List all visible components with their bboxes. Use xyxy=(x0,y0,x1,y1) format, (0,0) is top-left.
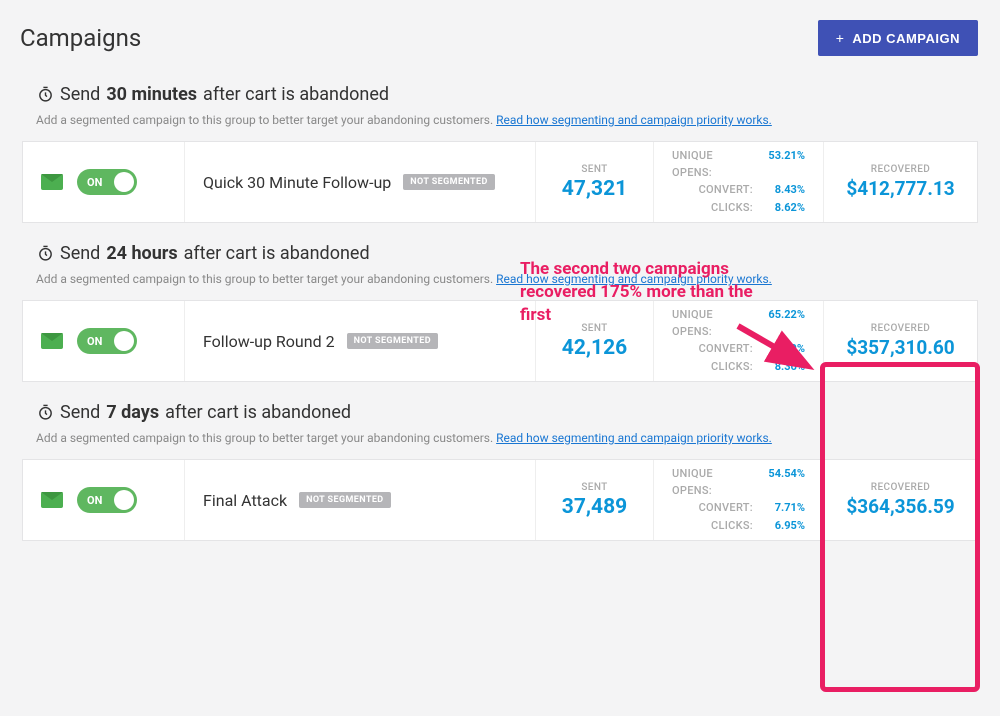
recovered-value: $412,777.13 xyxy=(846,177,954,200)
send-prefix: Send xyxy=(60,243,100,264)
campaign-name: Follow-up Round 2 xyxy=(203,332,335,351)
campaign-card: ON Follow-up Round 2 NOT SEGMENTED SENT … xyxy=(22,300,978,382)
unique-opens-label: UNIQUE OPENS: xyxy=(672,466,753,499)
hint-text: Add a segmented campaign to this group t… xyxy=(36,431,496,445)
convert-value: 8.43% xyxy=(761,182,805,199)
metrics-column: UNIQUE OPENS:65.22% CONVERT: 6.69% CLICKS… xyxy=(653,301,823,381)
unique-opens-label: UNIQUE OPENS: xyxy=(672,148,753,181)
unique-opens-value: 53.21% xyxy=(761,148,805,181)
card-controls: ON xyxy=(23,142,185,222)
recovered-label: RECOVERED xyxy=(871,164,930,175)
metrics-column: UNIQUE OPENS:54.54% CONVERT: 7.71% CLICKS… xyxy=(653,460,823,540)
campaign-toggle[interactable]: ON xyxy=(77,169,137,195)
card-controls: ON xyxy=(23,460,185,540)
sent-column: SENT 37,489 xyxy=(535,460,653,540)
campaign-group: Send 7 days after cart is abandoned Add … xyxy=(0,382,1000,541)
timer-icon xyxy=(36,86,54,104)
toggle-knob xyxy=(114,331,134,351)
group-timing-header: Send 7 days after cart is abandoned xyxy=(36,402,978,423)
toggle-label: ON xyxy=(87,494,102,507)
toggle-label: ON xyxy=(87,335,102,348)
send-prefix: Send xyxy=(60,84,100,105)
send-suffix: after cart is abandoned xyxy=(184,243,370,264)
sent-value: 42,126 xyxy=(562,336,627,360)
clicks-label: CLICKS: xyxy=(711,518,753,535)
clicks-label: CLICKS: xyxy=(711,359,753,376)
group-hint: Add a segmented campaign to this group t… xyxy=(36,272,978,286)
timer-icon xyxy=(36,404,54,422)
timing-value: 7 days xyxy=(106,402,159,423)
convert-label: CONVERT: xyxy=(699,341,753,358)
group-hint: Add a segmented campaign to this group t… xyxy=(36,113,978,127)
sent-value: 37,489 xyxy=(562,495,627,519)
recovered-label: RECOVERED xyxy=(871,323,930,334)
mail-icon xyxy=(41,333,63,349)
group-hint: Add a segmented campaign to this group t… xyxy=(36,431,978,445)
sent-column: SENT 42,126 xyxy=(535,301,653,381)
card-controls: ON xyxy=(23,301,185,381)
sent-value: 47,321 xyxy=(562,177,627,201)
convert-value: 6.69% xyxy=(761,341,805,358)
unique-opens-value: 65.22% xyxy=(761,307,805,340)
campaign-card: ON Quick 30 Minute Follow-up NOT SEGMENT… xyxy=(22,141,978,223)
recovered-value: $357,310.60 xyxy=(846,336,954,359)
add-campaign-button[interactable]: + ADD CAMPAIGN xyxy=(818,20,978,56)
send-suffix: after cart is abandoned xyxy=(203,84,389,105)
mail-icon xyxy=(41,174,63,190)
not-segmented-badge: NOT SEGMENTED xyxy=(299,492,390,508)
hint-text: Add a segmented campaign to this group t… xyxy=(36,113,496,127)
clicks-value: 8.36% xyxy=(761,359,805,376)
campaign-name-cell[interactable]: Quick 30 Minute Follow-up NOT SEGMENTED xyxy=(185,142,535,222)
plus-icon: + xyxy=(836,30,845,46)
recovered-column: RECOVERED $412,777.13 xyxy=(823,142,977,222)
not-segmented-badge: NOT SEGMENTED xyxy=(347,333,438,349)
hint-link[interactable]: Read how segmenting and campaign priorit… xyxy=(496,431,772,445)
toggle-knob xyxy=(114,490,134,510)
clicks-value: 8.62% xyxy=(761,200,805,217)
clicks-value: 6.95% xyxy=(761,518,805,535)
campaign-group: Send 24 hours after cart is abandoned Ad… xyxy=(0,223,1000,382)
recovered-column: RECOVERED $357,310.60 xyxy=(823,301,977,381)
campaign-name-cell[interactable]: Follow-up Round 2 NOT SEGMENTED xyxy=(185,301,535,381)
page-header: Campaigns + ADD CAMPAIGN xyxy=(0,0,1000,64)
timing-value: 24 hours xyxy=(106,243,177,264)
recovered-value: $364,356.59 xyxy=(846,495,954,518)
campaign-name: Quick 30 Minute Follow-up xyxy=(203,173,391,192)
timer-icon xyxy=(36,245,54,263)
toggle-label: ON xyxy=(87,176,102,189)
mail-icon xyxy=(41,492,63,508)
unique-opens-label: UNIQUE OPENS: xyxy=(672,307,753,340)
group-timing-header: Send 30 minutes after cart is abandoned xyxy=(36,84,978,105)
sent-column: SENT 47,321 xyxy=(535,142,653,222)
sent-label: SENT xyxy=(581,323,607,334)
sent-label: SENT xyxy=(581,482,607,493)
page-title: Campaigns xyxy=(20,24,141,52)
campaign-name: Final Attack xyxy=(203,491,287,510)
unique-opens-value: 54.54% xyxy=(761,466,805,499)
campaign-card: ON Final Attack NOT SEGMENTED SENT 37,48… xyxy=(22,459,978,541)
recovered-column: RECOVERED $364,356.59 xyxy=(823,460,977,540)
hint-link[interactable]: Read how segmenting and campaign priorit… xyxy=(496,113,772,127)
campaign-group: Send 30 minutes after cart is abandoned … xyxy=(0,64,1000,223)
toggle-knob xyxy=(114,172,134,192)
convert-value: 7.71% xyxy=(761,500,805,517)
convert-label: CONVERT: xyxy=(699,500,753,517)
send-prefix: Send xyxy=(60,402,100,423)
campaign-toggle[interactable]: ON xyxy=(77,328,137,354)
hint-link[interactable]: Read how segmenting and campaign priorit… xyxy=(496,272,772,286)
send-suffix: after cart is abandoned xyxy=(165,402,351,423)
recovered-label: RECOVERED xyxy=(871,482,930,493)
sent-label: SENT xyxy=(581,164,607,175)
clicks-label: CLICKS: xyxy=(711,200,753,217)
metrics-column: UNIQUE OPENS:53.21% CONVERT: 8.43% CLICKS… xyxy=(653,142,823,222)
add-campaign-label: ADD CAMPAIGN xyxy=(852,31,960,46)
group-timing-header: Send 24 hours after cart is abandoned xyxy=(36,243,978,264)
campaign-name-cell[interactable]: Final Attack NOT SEGMENTED xyxy=(185,460,535,540)
hint-text: Add a segmented campaign to this group t… xyxy=(36,272,496,286)
timing-value: 30 minutes xyxy=(106,84,197,105)
campaign-toggle[interactable]: ON xyxy=(77,487,137,513)
not-segmented-badge: NOT SEGMENTED xyxy=(403,174,494,190)
convert-label: CONVERT: xyxy=(699,182,753,199)
